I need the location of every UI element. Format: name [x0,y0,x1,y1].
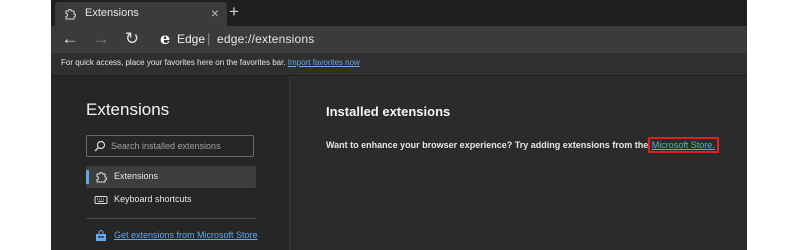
sidebar: Extensions Extensions Keyboard shortcuts [51,76,290,250]
description-text: Want to enhance your browser experience?… [326,140,649,150]
sidebar-item-extensions[interactable]: Extensions [86,166,256,188]
favorites-bar: For quick access, place your favorites h… [51,53,747,76]
address-toolbar: ← → ↻ e Edge | edge://extensions [51,26,747,53]
keyboard-icon [94,196,108,204]
sidebar-item-label: Keyboard shortcuts [114,194,192,204]
sidebar-item-keyboard-shortcuts[interactable]: Keyboard shortcuts [86,189,256,211]
sidebar-item-label: Extensions [114,171,159,181]
address-bar[interactable]: edge://extensions [217,32,314,46]
new-tab-button[interactable]: + [229,2,239,22]
puzzle-icon [96,172,107,183]
browser-window: Extensions × + ← → ↻ e Edge | edge://ext… [51,0,747,250]
forward-button[interactable]: → [91,29,111,49]
main-description: Want to enhance your browser experience?… [326,137,719,153]
microsoft-store-link-label: Microsoft Store [651,140,713,150]
puzzle-icon [65,9,76,20]
search-input[interactable] [111,138,249,154]
tab-extensions[interactable]: Extensions × [55,2,227,26]
close-tab-icon[interactable]: × [211,5,219,21]
tab-strip: Extensions × + [51,0,747,26]
edge-label: Edge [177,32,206,46]
back-button[interactable]: ← [60,29,80,49]
favorites-bar-text: For quick access, place your favorites h… [61,58,360,67]
edge-logo-icon: e [160,29,171,48]
import-favorites-link[interactable]: Import favorites now [288,58,360,67]
page-title: Installed extensions [326,104,451,119]
search-box[interactable] [86,135,254,157]
url-separator: | [207,31,211,46]
main-content: Installed extensions Want to enhance you… [290,76,747,250]
sidebar-divider [86,218,256,219]
refresh-button[interactable]: ↻ [122,29,142,49]
microsoft-store-link[interactable]: Microsoft Store. [647,137,719,153]
get-extensions-link[interactable]: Get extensions from Microsoft Store [86,228,266,244]
favorites-bar-message: For quick access, place your favorites h… [61,58,286,67]
search-icon [94,140,106,152]
link-suffix: . [712,140,715,150]
active-indicator [86,170,89,184]
tab-title: Extensions [85,7,139,19]
sidebar-title: Extensions [86,100,170,119]
store-bag-icon [96,230,106,241]
get-extensions-label: Get extensions from Microsoft Store [114,230,258,240]
